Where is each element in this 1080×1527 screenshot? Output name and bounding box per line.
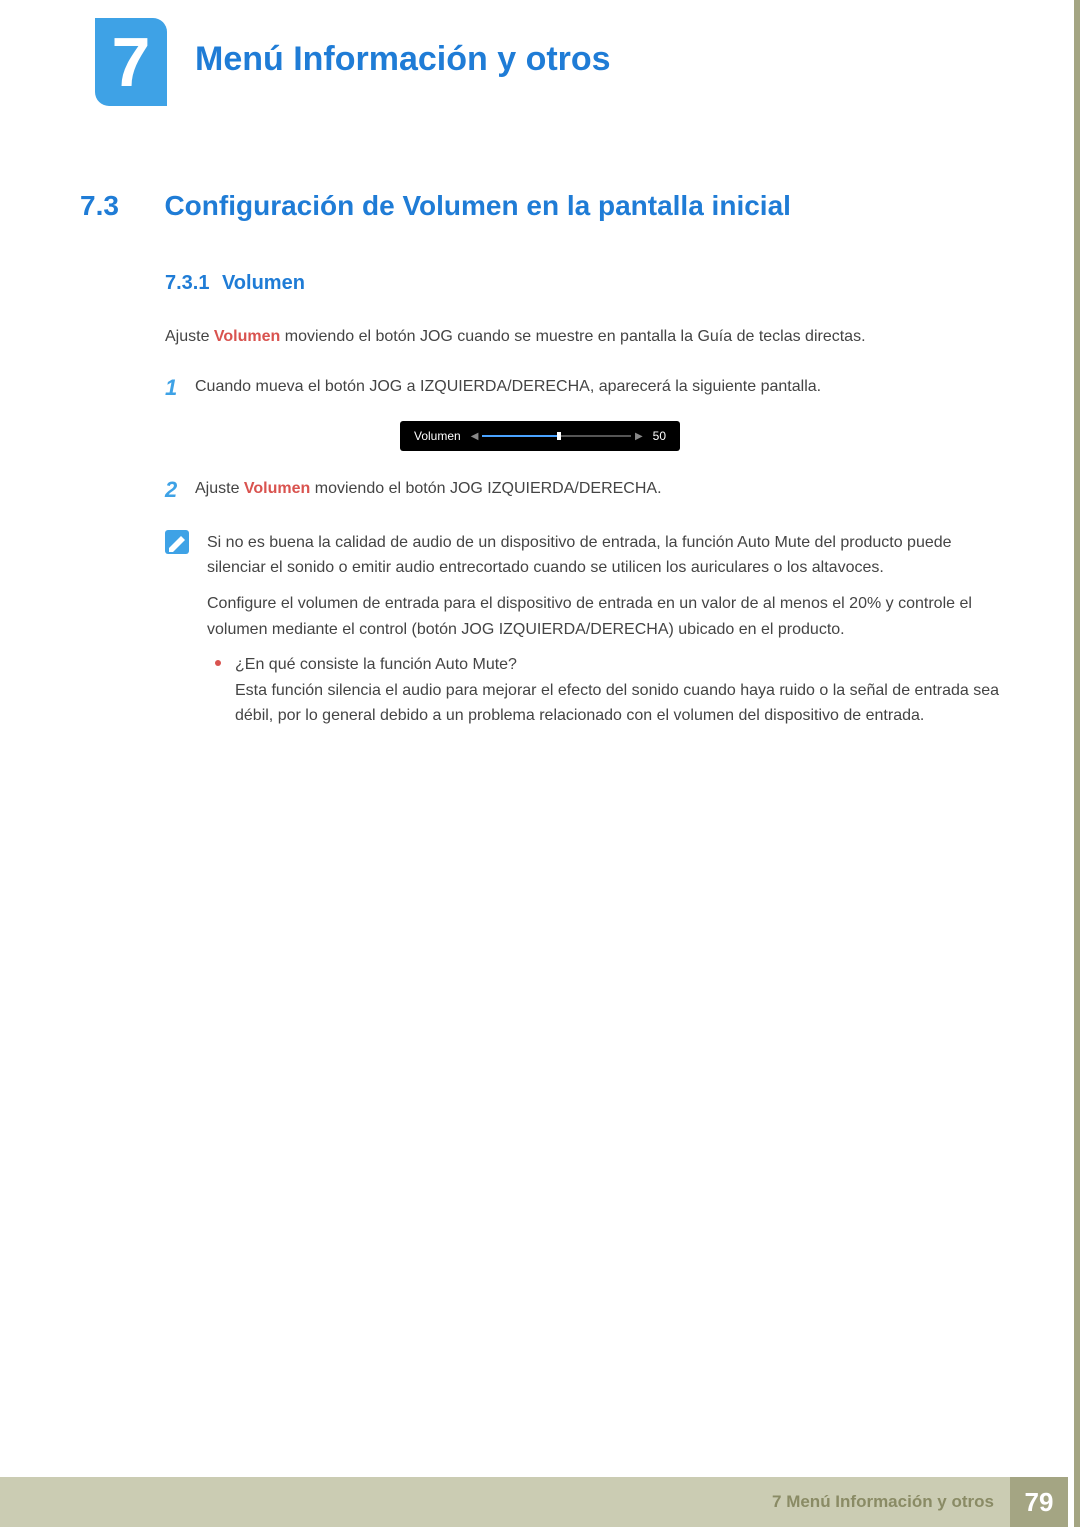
- step-1: 1 Cuando mueva el botón JOG a IZQUIERDA/…: [165, 375, 1000, 401]
- note-bullet-answer: Esta función silencia el audio para mejo…: [235, 678, 1000, 729]
- slider-fill: [482, 435, 556, 437]
- bullet-dot-icon: [215, 660, 221, 666]
- intro-paragraph: Ajuste Volumen moviendo el botón JOG cua…: [165, 325, 1000, 349]
- slider-knob: [557, 432, 561, 440]
- intro-emph: Volumen: [214, 328, 280, 345]
- step-2-text: Ajuste Volumen moviendo el botón JOG IZQ…: [195, 477, 662, 503]
- osd-value: 50: [653, 429, 666, 443]
- intro-suffix: moviendo el botón JOG cuando se muestre …: [280, 328, 865, 345]
- subsection-title: Volumen: [222, 272, 305, 294]
- subsection-heading: 7.3.1 Volumen: [165, 272, 1000, 295]
- arrow-right-icon: ▶: [635, 431, 643, 442]
- note-paragraph-2: Configure el volumen de entrada para el …: [207, 591, 1000, 642]
- step-2-number: 2: [165, 477, 195, 503]
- note-paragraph-1: Si no es buena la calidad de audio de un…: [207, 530, 1000, 581]
- note-bullet-question: ¿En qué consiste la función Auto Mute?: [235, 652, 1000, 678]
- osd-slider: ◀ ▶: [471, 431, 643, 442]
- step-1-number: 1: [165, 375, 195, 401]
- step-2-emph: Volumen: [244, 480, 310, 497]
- chapter-number: 7: [112, 27, 151, 97]
- intro-prefix: Ajuste: [165, 328, 214, 345]
- note-bullet-text: ¿En qué consiste la función Auto Mute? E…: [235, 652, 1000, 729]
- note-block: Si no es buena la calidad de audio de un…: [165, 530, 1000, 729]
- footer-page-number: 79: [1010, 1477, 1068, 1527]
- slider-track: [482, 435, 631, 437]
- note-bullet: ¿En qué consiste la función Auto Mute? E…: [207, 652, 1000, 729]
- section-heading: 7.3 Configuración de Volumen en la panta…: [80, 190, 1000, 222]
- page-footer: 7 Menú Información y otros 79: [0, 1477, 1068, 1527]
- osd-label: Volumen: [414, 429, 461, 443]
- step-2-prefix: Ajuste: [195, 480, 244, 497]
- section-title: Configuración de Volumen en la pantalla …: [164, 190, 790, 221]
- step-2: 2 Ajuste Volumen moviendo el botón JOG I…: [165, 477, 1000, 503]
- note-body: Si no es buena la calidad de audio de un…: [207, 530, 1000, 729]
- arrow-left-icon: ◀: [471, 431, 479, 442]
- subsection-number: 7.3.1: [165, 272, 209, 295]
- chapter-title: Menú Información y otros: [195, 40, 611, 79]
- footer-chapter-title: 7 Menú Información y otros: [772, 1477, 1010, 1527]
- note-icon: [165, 530, 189, 554]
- chapter-number-tab: 7: [95, 18, 167, 106]
- section-number: 7.3: [80, 190, 160, 222]
- osd-volume-overlay: Volumen ◀ ▶ 50: [400, 421, 680, 451]
- step-1-text: Cuando mueva el botón JOG a IZQUIERDA/DE…: [195, 375, 821, 401]
- step-2-suffix: moviendo el botón JOG IZQUIERDA/DERECHA.: [310, 480, 661, 497]
